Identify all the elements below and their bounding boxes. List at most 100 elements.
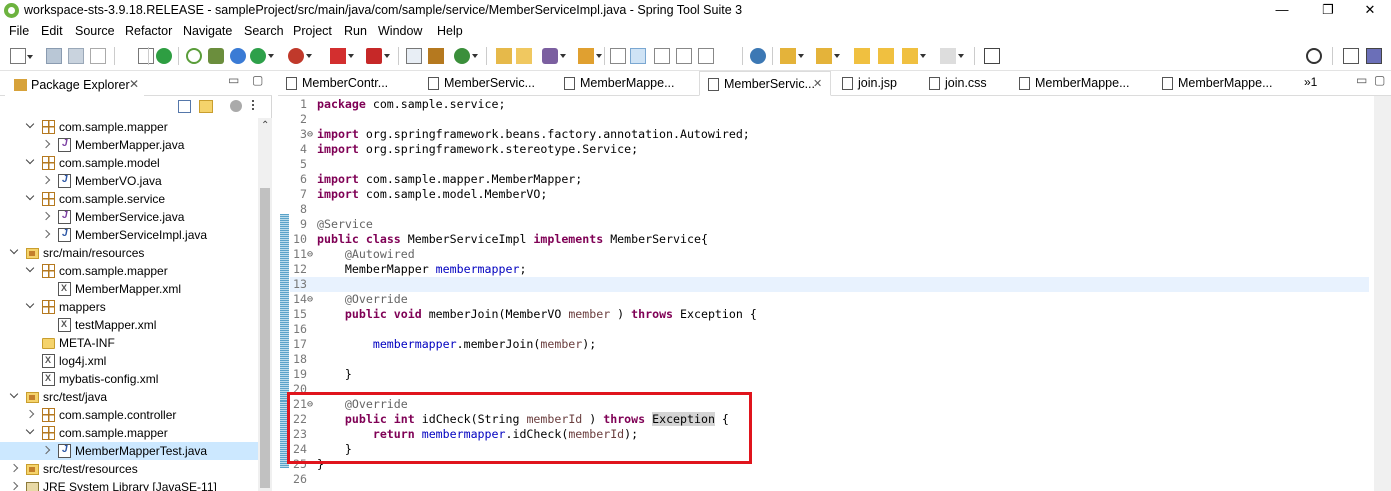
close-tab-icon[interactable]: ✕: [813, 77, 822, 90]
back-icon[interactable]: [878, 48, 894, 64]
menu-edit[interactable]: Edit: [41, 24, 63, 38]
tree-item[interactable]: META-INF: [0, 334, 258, 352]
tree-item[interactable]: testMapper.xml: [0, 316, 258, 334]
minimize-view-icon[interactable]: ▭: [228, 73, 239, 87]
back-history-icon[interactable]: [902, 48, 926, 64]
menu-run[interactable]: Run: [344, 24, 367, 38]
open-perspective-icon[interactable]: [1343, 48, 1359, 64]
editor-tab[interactable]: MemberMappe...: [1154, 71, 1294, 96]
open-project-icon[interactable]: [496, 48, 512, 64]
run-icon[interactable]: [250, 48, 274, 64]
view-menu-icon[interactable]: [252, 104, 254, 106]
package-explorer-tab[interactable]: Package Explorer ✕: [5, 73, 144, 96]
menu-help[interactable]: Help: [437, 24, 463, 38]
close-window-button[interactable]: ✕: [1347, 0, 1391, 22]
collapsed-twisty-icon[interactable]: [41, 445, 51, 455]
expanded-twisty-icon[interactable]: [25, 299, 35, 309]
toggle-breadcrumb-icon[interactable]: [610, 48, 626, 64]
toggle-highlight-icon[interactable]: [630, 48, 646, 64]
previous-annotation-icon[interactable]: [816, 48, 840, 64]
package-tree-scrollbar[interactable]: ⌃: [258, 118, 272, 491]
tree-item[interactable]: mybatis-config.xml: [0, 370, 258, 388]
fold-toggle-icon[interactable]: ⊖: [307, 247, 313, 262]
menu-window[interactable]: Window: [378, 24, 422, 38]
menu-refactor[interactable]: Refactor: [125, 24, 172, 38]
tree-item[interactable]: MemberServiceImpl.java: [0, 226, 258, 244]
editor-scrollbar[interactable]: [1374, 96, 1391, 491]
collapsed-twisty-icon[interactable]: [41, 139, 51, 149]
fold-toggle-icon[interactable]: ⊖: [307, 292, 313, 307]
new-java-project-icon[interactable]: [406, 48, 422, 64]
stop-icon[interactable]: [330, 48, 354, 64]
word-wrap-icon[interactable]: [676, 48, 692, 64]
menu-search[interactable]: Search: [244, 24, 284, 38]
coverage-icon[interactable]: [288, 48, 312, 64]
collapsed-twisty-icon[interactable]: [9, 481, 19, 491]
collapsed-twisty-icon[interactable]: [41, 175, 51, 185]
maximize-button[interactable]: ❐: [1305, 0, 1351, 22]
open-folder-icon[interactable]: [516, 48, 532, 64]
tree-item[interactable]: MemberMapper.java: [0, 136, 258, 154]
editor-tab[interactable]: MemberMappe...: [1011, 71, 1151, 96]
tree-item[interactable]: com.sample.service: [0, 190, 258, 208]
expanded-twisty-icon[interactable]: [25, 155, 35, 165]
editor-tab[interactable]: MemberMappe...: [556, 71, 696, 96]
new-package-icon[interactable]: [428, 48, 444, 64]
close-tab-icon[interactable]: ✕: [129, 77, 139, 91]
tree-item[interactable]: MemberMapper.xml: [0, 280, 258, 298]
editor-tab-active[interactable]: MemberServic... ✕: [699, 71, 831, 96]
forward-icon[interactable]: [940, 48, 964, 64]
tree-item[interactable]: com.sample.mapper: [0, 424, 258, 442]
expanded-twisty-icon[interactable]: [25, 191, 35, 201]
editor-tab[interactable]: MemberContr...: [278, 71, 418, 96]
menu-project[interactable]: Project: [293, 24, 332, 38]
java-perspective-icon[interactable]: [1366, 48, 1382, 64]
menu-navigate[interactable]: Navigate: [183, 24, 232, 38]
tree-item[interactable]: com.sample.model: [0, 154, 258, 172]
menu-file[interactable]: File: [9, 24, 29, 38]
external-tools-icon[interactable]: [366, 48, 390, 64]
pin-editor-icon[interactable]: [984, 48, 1000, 64]
minimize-button[interactable]: —: [1259, 0, 1305, 22]
menu-source[interactable]: Source: [75, 24, 115, 38]
tree-item[interactable]: src/test/java: [0, 388, 258, 406]
tree-item[interactable]: mappers: [0, 298, 258, 316]
scrollbar-thumb[interactable]: [260, 188, 270, 488]
collapsed-twisty-icon[interactable]: [41, 229, 51, 239]
debug-icon[interactable]: [208, 48, 224, 64]
tree-item[interactable]: JRE System Library [JavaSE-11]: [0, 478, 258, 491]
toggle-mark-occurrences-icon[interactable]: [578, 48, 602, 64]
web-browser-icon[interactable]: [750, 48, 766, 64]
tree-item[interactable]: com.sample.controller: [0, 406, 258, 424]
link-with-editor-icon[interactable]: [199, 100, 213, 113]
new-class-icon[interactable]: [454, 48, 478, 64]
new-icon[interactable]: [10, 48, 33, 64]
tree-item[interactable]: com.sample.mapper: [0, 262, 258, 280]
collapsed-twisty-icon[interactable]: [9, 463, 19, 473]
tree-item[interactable]: MemberMapperTest.java: [0, 442, 258, 460]
editor-tab[interactable]: join.jsp: [834, 71, 918, 96]
search-icon[interactable]: [1306, 48, 1322, 64]
maximize-view-icon[interactable]: ▢: [252, 73, 263, 87]
collapse-all-icon[interactable]: [178, 100, 191, 113]
pilcrow-icon[interactable]: [722, 48, 738, 64]
search-icon[interactable]: [542, 48, 566, 64]
tree-item[interactable]: com.sample.mapper: [0, 118, 258, 136]
print-icon[interactable]: [90, 48, 106, 64]
show-whitespace-icon[interactable]: [698, 48, 714, 64]
next-annotation-icon[interactable]: [780, 48, 804, 64]
expanded-twisty-icon[interactable]: [9, 245, 19, 255]
editor-tab[interactable]: join.css: [921, 71, 1009, 96]
tree-item[interactable]: src/main/resources: [0, 244, 258, 262]
focus-on-task-icon[interactable]: [230, 100, 242, 112]
tree-item[interactable]: src/test/resources: [0, 460, 258, 478]
editor-tab[interactable]: MemberServic...: [420, 71, 554, 96]
save-icon[interactable]: [46, 48, 62, 64]
expanded-twisty-icon[interactable]: [25, 119, 35, 129]
expanded-twisty-icon[interactable]: [25, 425, 35, 435]
expanded-twisty-icon[interactable]: [25, 263, 35, 273]
expanded-twisty-icon[interactable]: [9, 389, 19, 399]
fold-toggle-icon[interactable]: ⊖: [307, 127, 313, 142]
spring-boot-dashboard-icon[interactable]: [156, 48, 172, 64]
tree-item[interactable]: MemberVO.java: [0, 172, 258, 190]
